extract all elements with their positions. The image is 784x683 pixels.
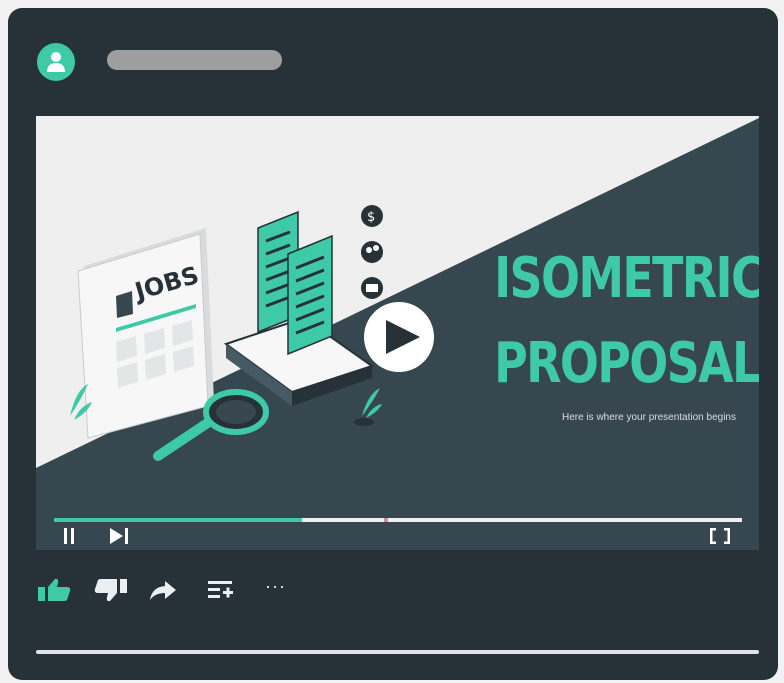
pause-button[interactable] [62, 528, 76, 549]
video-player[interactable]: JOBS $ ISOMETRIC PROPOSAL Here is where … [36, 116, 759, 550]
fullscreen-icon [709, 527, 731, 545]
share-icon [150, 581, 176, 600]
next-button[interactable] [110, 528, 130, 549]
skip-next-icon [110, 528, 128, 544]
thumbs-down-icon [94, 579, 127, 602]
progress-fill [54, 518, 302, 522]
like-button[interactable] [37, 578, 71, 607]
fullscreen-button[interactable] [709, 527, 731, 549]
slide-title-line1: ISOMETRIC [494, 246, 759, 311]
playlist-add-icon [208, 581, 233, 598]
progress-marker [384, 518, 389, 522]
user-icon [47, 52, 65, 72]
slide-subtitle: Here is where your presentation begins [562, 412, 736, 423]
divider [36, 650, 759, 654]
author-name-placeholder [107, 50, 282, 70]
more-options-button[interactable]: ··· [265, 576, 286, 597]
thumbs-up-icon [38, 578, 71, 601]
share-button[interactable] [149, 578, 177, 607]
slide-title-line2: PROPOSAL [494, 331, 759, 396]
play-icon [386, 320, 420, 354]
svg-text:$: $ [367, 210, 375, 225]
dislike-button[interactable] [94, 578, 128, 607]
progress-bar[interactable] [54, 518, 742, 522]
pause-icon [64, 528, 74, 544]
add-to-playlist-button[interactable] [207, 578, 235, 607]
avatar[interactable] [37, 43, 75, 81]
play-button[interactable] [364, 302, 434, 372]
video-post-card: JOBS $ ISOMETRIC PROPOSAL Here is where … [8, 8, 778, 680]
